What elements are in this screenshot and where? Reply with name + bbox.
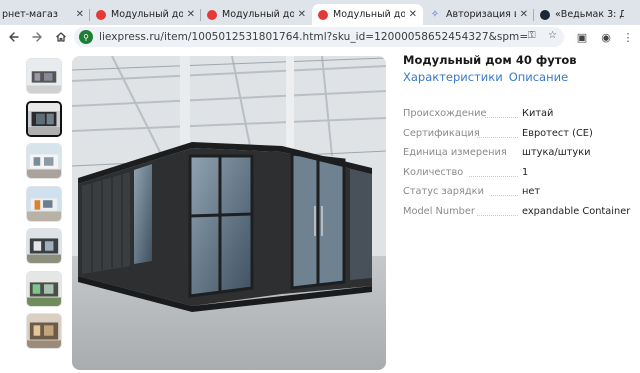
key-icon[interactable]: ⚿ xyxy=(528,30,536,41)
auth-icon: ✧ xyxy=(430,8,440,20)
tab-title: рнет-магаз xyxy=(2,9,58,20)
dotted-leader xyxy=(477,136,518,138)
product-thumbnail[interactable] xyxy=(26,313,62,349)
product-thumbnail[interactable] xyxy=(26,143,62,179)
dotted-leader xyxy=(491,195,518,197)
browser-toolbar: ⚲ liexpress.ru/item/1005012531801764.htm… xyxy=(0,25,640,49)
thumbnail-list xyxy=(26,58,64,356)
forward-button[interactable] xyxy=(26,26,48,48)
spec-row: Количество 1 xyxy=(403,167,635,187)
description-link[interactable]: Описание xyxy=(509,70,568,84)
star-icon[interactable]: ☆ xyxy=(548,30,557,41)
spec-key: Статус зарядки xyxy=(403,186,484,198)
dotted-leader xyxy=(477,214,518,216)
spec-value: 1 xyxy=(522,166,529,178)
tab-title: Модульный до xyxy=(222,9,294,20)
steam-icon xyxy=(540,9,550,20)
close-icon[interactable]: ✕ xyxy=(187,9,195,20)
thumbnail-image xyxy=(27,229,61,263)
spec-key: Model Number xyxy=(403,205,475,217)
spec-key: Сертификация xyxy=(403,127,480,139)
spec-key: Происхождение xyxy=(403,108,487,119)
back-arrow-icon xyxy=(9,32,19,42)
spec-row: Происхождение Китай xyxy=(403,108,635,128)
thumbnail-image xyxy=(27,271,61,306)
extension-icon[interactable]: ▣ xyxy=(572,27,592,47)
home-button[interactable] xyxy=(50,26,72,48)
product-section-links: Характеристики Описание xyxy=(403,70,568,84)
close-icon[interactable]: ✕ xyxy=(520,9,528,20)
aliexpress-icon xyxy=(207,9,217,20)
spec-value: нет xyxy=(522,186,541,198)
tab-title: Авторизация в xyxy=(446,9,516,20)
browser-tab[interactable]: рнет-магаз ✕ xyxy=(0,4,90,25)
browser-tab[interactable]: «Ведьмак 3: Д xyxy=(534,4,630,25)
aliexpress-icon xyxy=(96,9,106,20)
product-thumbnail[interactable] xyxy=(26,270,62,307)
address-bar[interactable]: ⚲ liexpress.ru/item/1005012531801764.htm… xyxy=(74,27,564,47)
browser-tab[interactable]: Модульный до ✕ xyxy=(201,4,312,25)
thumbnail-image xyxy=(28,102,60,135)
thumbnail-image xyxy=(27,144,61,178)
product-main-image[interactable] xyxy=(72,56,386,370)
menu-icon[interactable]: ⋮ xyxy=(618,27,638,47)
tab-strip: рнет-магаз ✕ Модульный до ✕ Модульный до… xyxy=(0,0,640,25)
dotted-leader xyxy=(469,175,518,177)
url-text[interactable]: liexpress.ru/item/1005012531801764.html?… xyxy=(99,31,529,43)
thumbnail-image xyxy=(27,314,61,348)
spec-row: Model Number expandable Container xyxy=(403,206,635,226)
spec-value: штука/штуки xyxy=(522,147,591,159)
close-icon[interactable]: ✕ xyxy=(76,9,84,20)
site-info-icon[interactable]: ⚲ xyxy=(79,30,93,44)
close-icon[interactable]: ✕ xyxy=(298,9,306,20)
browser-tab[interactable]: Модульный до ✕ xyxy=(90,4,201,25)
spec-value: Китай xyxy=(522,108,554,119)
product-thumbnail-selected[interactable] xyxy=(26,100,62,137)
forward-arrow-icon xyxy=(32,32,42,42)
product-thumbnail[interactable] xyxy=(26,185,62,222)
tab-title: Модульный до xyxy=(333,9,405,20)
spec-key: Единица измерения xyxy=(403,147,507,159)
tab-title: Модульный до xyxy=(111,9,183,20)
product-title: Модульный дом 40 футов xyxy=(403,53,577,67)
spec-table: Происхождение Китай Сертификация Евротес… xyxy=(403,108,635,226)
browser-tab-active[interactable]: Модульный до ✕ xyxy=(312,4,423,25)
spec-row: Статус зарядки нет xyxy=(403,186,635,206)
home-icon xyxy=(56,32,66,42)
thumbnail-image xyxy=(27,59,61,93)
product-thumbnail[interactable] xyxy=(26,228,62,264)
spec-row: Сертификация Евротест (CE) xyxy=(403,128,635,148)
aliexpress-icon xyxy=(318,9,328,20)
spec-value: expandable Container xyxy=(522,205,631,217)
spec-key: Количество xyxy=(403,166,464,178)
profile-icon[interactable]: ◉ xyxy=(596,27,616,47)
back-button[interactable] xyxy=(3,26,25,48)
dotted-leader xyxy=(485,117,518,118)
product-thumbnail[interactable] xyxy=(26,58,62,94)
characteristics-link[interactable]: Характеристики xyxy=(403,70,503,84)
close-icon[interactable]: ✕ xyxy=(409,9,417,20)
spec-value: Евротест (CE) xyxy=(522,127,593,139)
tab-title: «Ведьмак 3: Д xyxy=(555,9,624,20)
thumbnail-image xyxy=(27,186,61,221)
modular-house-photo xyxy=(72,56,386,370)
spec-row: Единица измерения штука/штуки xyxy=(403,147,635,167)
browser-tab[interactable]: ✧ Авторизация в ✕ xyxy=(423,4,534,25)
